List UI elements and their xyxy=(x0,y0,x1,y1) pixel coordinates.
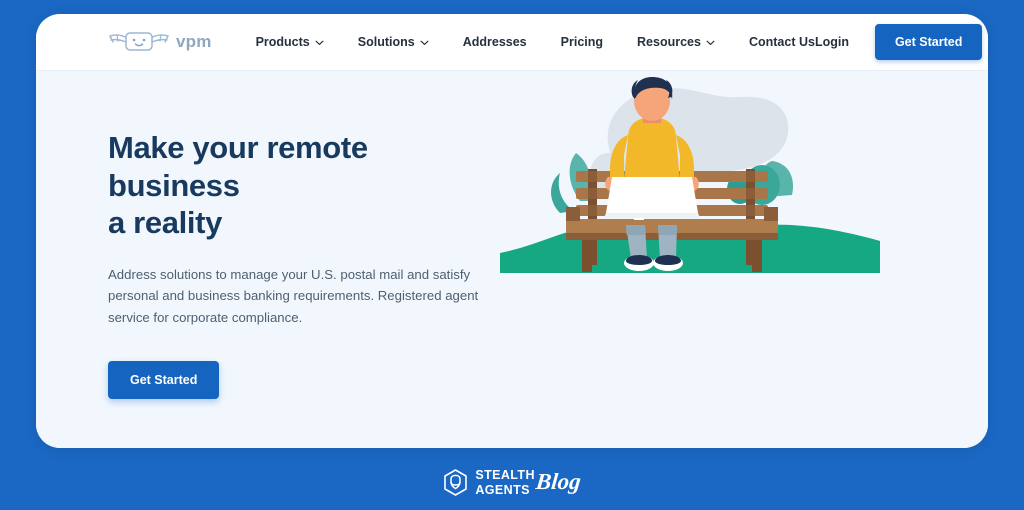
nav-item-label: Solutions xyxy=(357,35,415,49)
stealth-agents-blog-watermark: STEALTH AGENTS Blog xyxy=(0,469,1024,496)
nav-item-addresses[interactable]: Addresses xyxy=(463,35,527,49)
hero-subtitle: Address solutions to manage your U.S. po… xyxy=(108,266,479,325)
nav-item-products[interactable]: Products xyxy=(256,35,324,49)
nav-item-label: Addresses xyxy=(462,35,527,49)
page-card: vpm Products Solutions Addresses Pricing xyxy=(36,14,988,448)
watermark-blog-script: Blog xyxy=(534,468,582,494)
nav-item-label: Products xyxy=(255,35,310,49)
page-title: Make your remote business a reality xyxy=(108,129,506,242)
nav-item-solutions[interactable]: Solutions xyxy=(358,35,429,49)
get-started-button-hero[interactable]: Get Started xyxy=(108,361,220,400)
watermark-line1: STEALTH xyxy=(475,468,535,482)
nav-right-actions: Login Get Started xyxy=(815,24,983,60)
nav-item-pricing[interactable]: Pricing xyxy=(561,35,603,49)
nav-item-label: Pricing xyxy=(560,35,604,49)
watermark-line2: AGENTS xyxy=(475,482,530,497)
login-link[interactable]: Login xyxy=(815,35,849,49)
chevron-down-icon xyxy=(706,40,715,46)
nav-item-contact-us[interactable]: Contact Us xyxy=(749,35,815,49)
hero-title-line1: Make your remote business xyxy=(108,130,368,203)
brand-logo[interactable]: vpm xyxy=(108,29,212,55)
stealth-agents-hexagon-icon xyxy=(444,469,468,496)
brand-logo-text: vpm xyxy=(176,32,212,51)
winged-envelope-icon xyxy=(109,32,169,51)
hero-illustration xyxy=(500,71,988,448)
navbar: vpm Products Solutions Addresses Pricing xyxy=(36,14,988,71)
hero-title-line2: a reality xyxy=(108,205,223,240)
nav-item-label: Contact Us xyxy=(748,35,815,49)
chevron-down-icon xyxy=(420,40,429,46)
nav-links: Products Solutions Addresses Pricing Res… xyxy=(256,35,815,49)
hero-copy: Make your remote business a reality Addr… xyxy=(36,71,506,448)
get-started-button-nav[interactable]: Get Started xyxy=(874,24,983,60)
nav-item-resources[interactable]: Resources xyxy=(637,35,715,49)
chevron-down-icon xyxy=(315,40,324,46)
nav-item-label: Resources xyxy=(637,35,701,49)
hero-section: Make your remote business a reality Addr… xyxy=(36,71,988,448)
watermark-wordmark: STEALTH AGENTS xyxy=(475,469,535,496)
person-on-bench-with-laptop-illustration xyxy=(500,77,880,273)
